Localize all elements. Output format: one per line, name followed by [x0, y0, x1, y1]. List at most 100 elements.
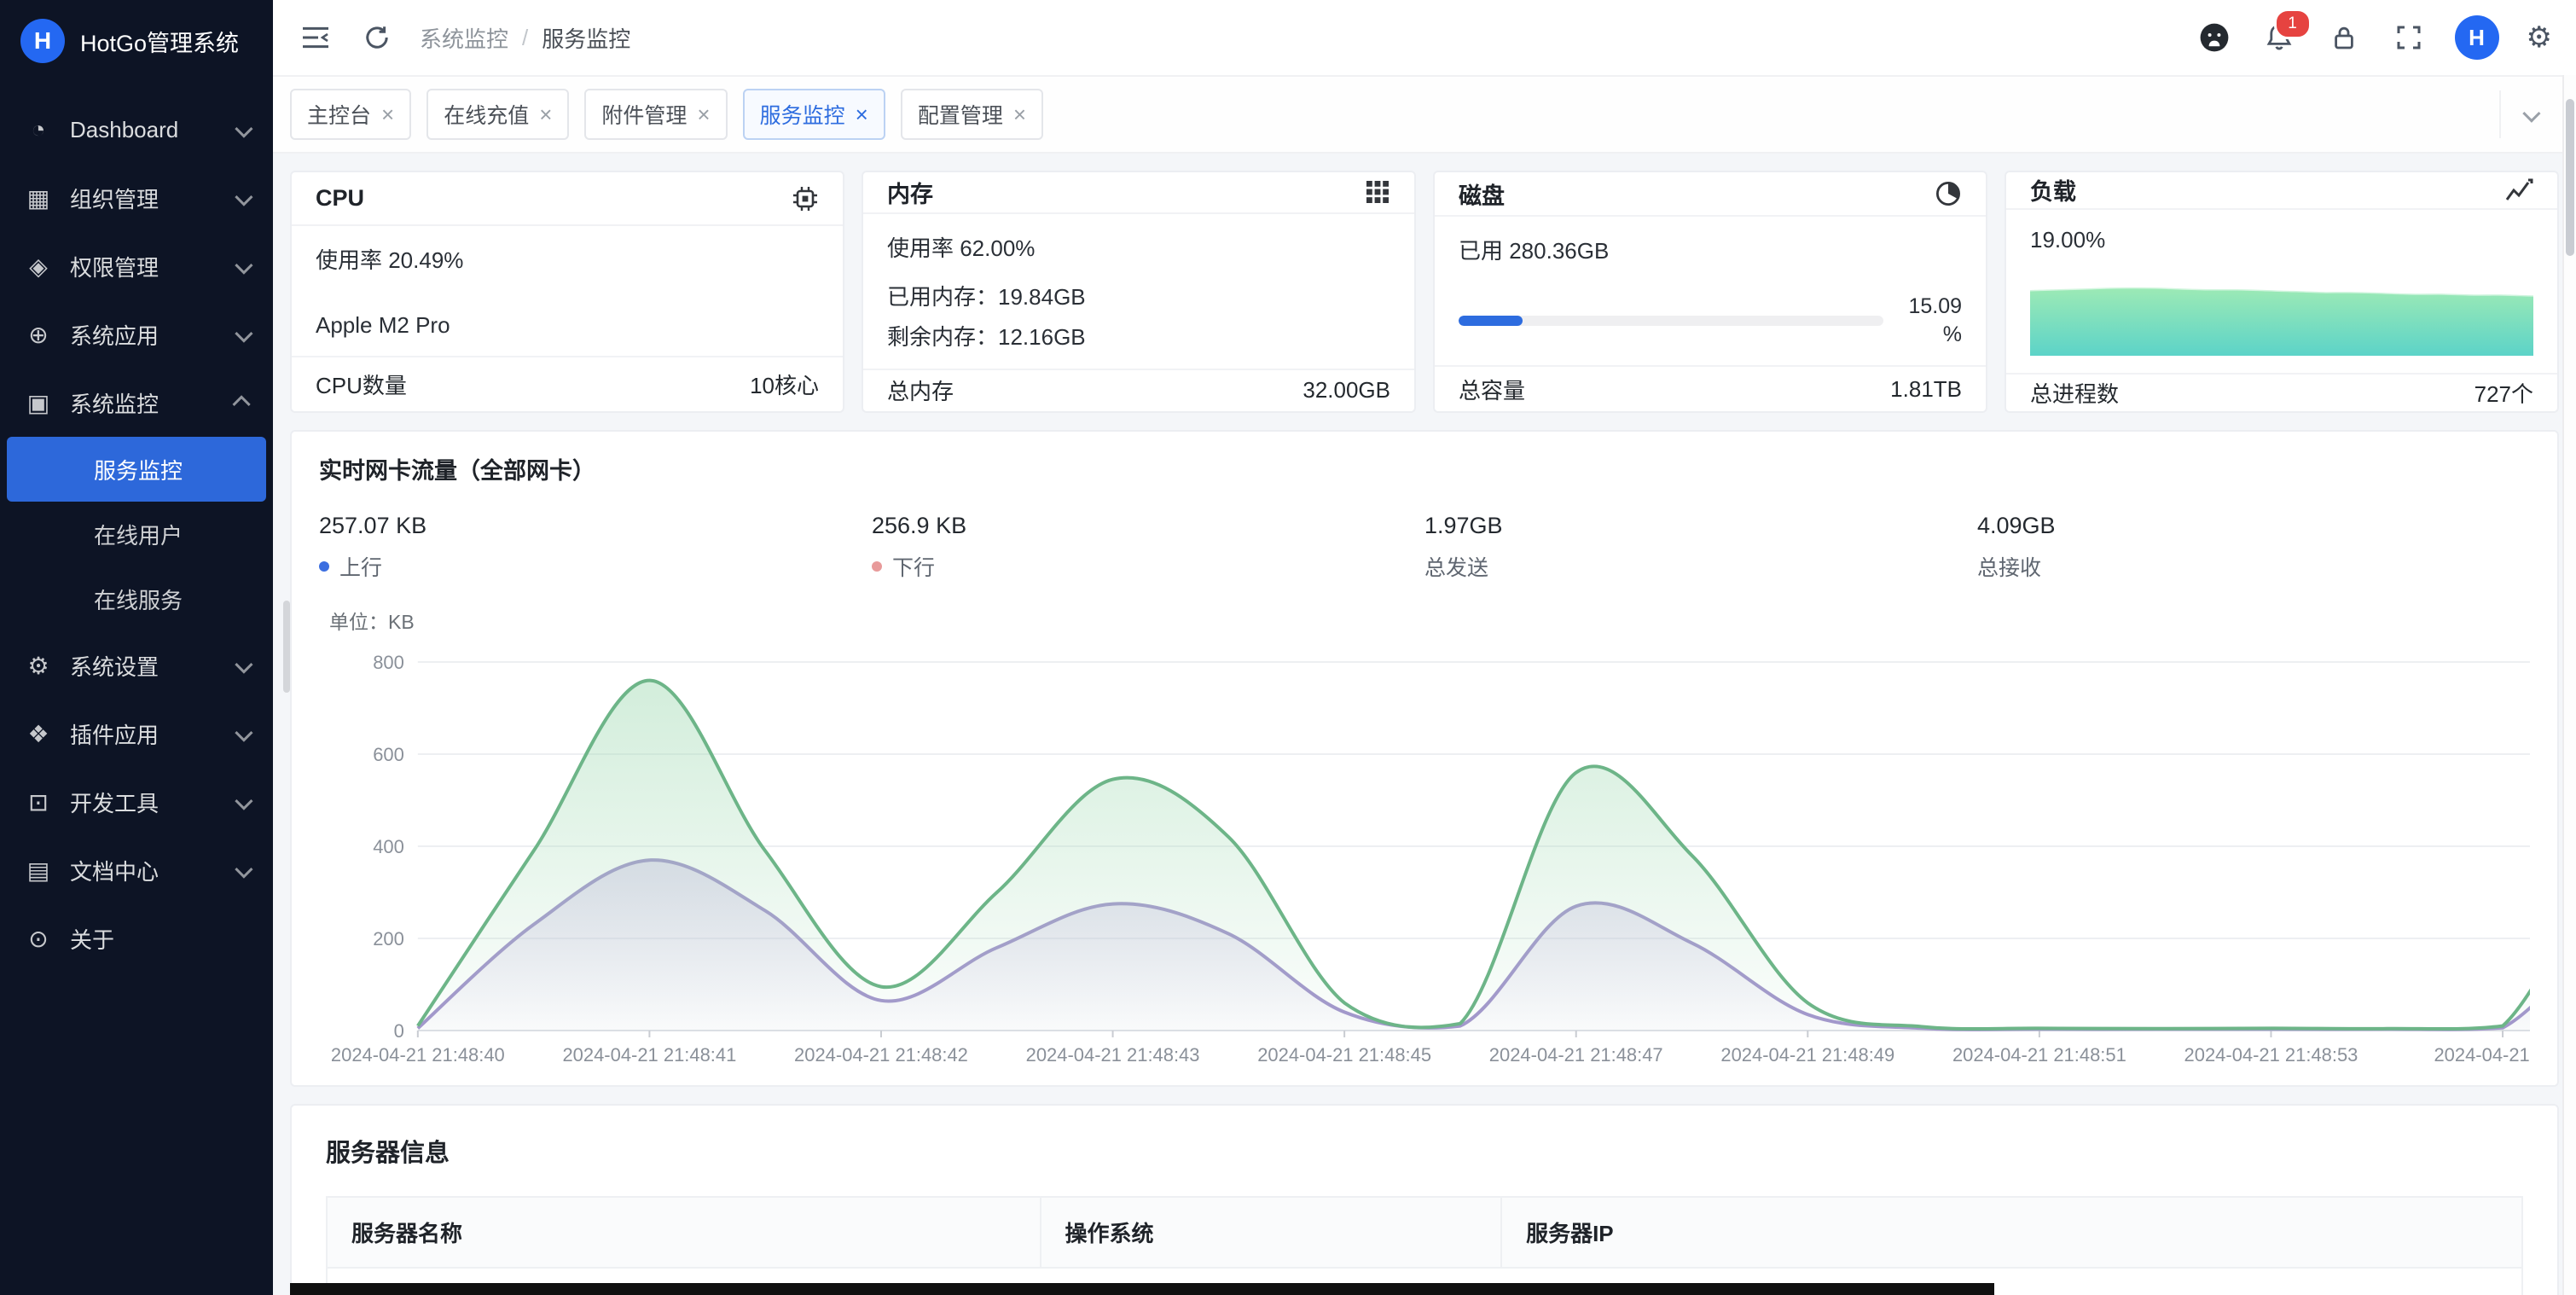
- cpu-model-text: Apple M2 Pro: [316, 312, 819, 339]
- sidebar-item-label: 开发工具: [70, 787, 219, 818]
- tab-config[interactable]: 配置管理 ×: [901, 89, 1043, 140]
- sidebar-subitem-label: 在线用户: [94, 519, 183, 550]
- gear-icon: ⚙: [24, 652, 53, 680]
- disk-progress-track: [1459, 316, 1883, 326]
- memory-card-title: 内存: [887, 176, 933, 209]
- sidebar-subitem-service-monitor[interactable]: 服务监控: [7, 437, 266, 502]
- close-icon[interactable]: ×: [697, 103, 710, 125]
- tab-console[interactable]: 主控台 ×: [290, 89, 411, 140]
- load-percent-text: 19.00%: [2030, 227, 2533, 253]
- chevron-down-icon: [235, 860, 252, 878]
- user-avatar[interactable]: H: [2455, 15, 2499, 60]
- settings-gear-icon[interactable]: ⚙: [2527, 23, 2552, 52]
- sidebar-item-label: 插件应用: [70, 718, 219, 750]
- app-title: HotGo管理系统: [80, 25, 239, 58]
- chevron-down-icon: [235, 723, 252, 741]
- svg-text:600: 600: [373, 744, 404, 765]
- memory-free-text: 剩余内存：12.16GB: [887, 320, 1390, 351]
- sidebar-item-dashboard[interactable]: ◔ Dashboard: [0, 96, 273, 164]
- sidebar-item-label: 文档中心: [70, 855, 219, 886]
- disk-progress: 15.09 %: [1459, 293, 1962, 348]
- tab-attachments[interactable]: 附件管理 ×: [584, 89, 727, 140]
- cpu-card-title: CPU: [316, 185, 364, 212]
- column-header-server-name: 服务器名称: [327, 1197, 1041, 1268]
- upstream-dot-icon: [319, 561, 329, 572]
- close-icon[interactable]: ×: [1013, 103, 1026, 125]
- svg-text:2024-04-21 21:4: 2024-04-21 21:4: [2434, 1044, 2530, 1066]
- notification-badge: 1: [2274, 9, 2312, 39]
- app-logo[interactable]: H HotGo管理系统: [0, 0, 273, 82]
- disk-card: 磁盘 已用 280.36GB 15.09: [1433, 171, 1987, 413]
- memory-grid-icon: [1365, 179, 1390, 205]
- disk-card-title: 磁盘: [1459, 177, 1505, 211]
- breadcrumb-current: 服务监控: [542, 22, 630, 54]
- traffic-stat-upstream: 257.07 KB 上行: [319, 513, 872, 582]
- tab-online-recharge[interactable]: 在线充值 ×: [426, 89, 569, 140]
- content-scrollbar-thumb[interactable]: [283, 601, 290, 693]
- lock-icon[interactable]: [2325, 19, 2363, 56]
- cpu-usage-text: 使用率 20.49%: [316, 243, 819, 275]
- network-traffic-card: 实时网卡流量（全部网卡） 257.07 KB 上行 256.9 KB 下行 1.…: [290, 430, 2559, 1087]
- org-grid-icon: ▦: [24, 184, 53, 212]
- collapse-sidebar-icon[interactable]: [297, 19, 334, 56]
- chevron-down-icon: [235, 655, 252, 673]
- sidebar-item-permission[interactable]: ◈ 权限管理: [0, 232, 273, 300]
- chevron-up-icon: [232, 395, 250, 413]
- sidebar-item-devtools[interactable]: ⊡ 开发工具: [0, 768, 273, 836]
- sidebar-item-label: 组织管理: [70, 183, 219, 214]
- svg-text:0: 0: [394, 1020, 404, 1042]
- plugin-icon: ❖: [24, 720, 53, 748]
- sidebar-item-label: 系统监控: [70, 387, 219, 419]
- server-info-title: 服务器信息: [326, 1133, 2523, 1169]
- page-scrollbar-track[interactable]: [2562, 75, 2576, 1295]
- traffic-area-chart: 02004006008002024-04-21 21:48:402024-04-…: [319, 638, 2530, 1071]
- tab-label: 配置管理: [918, 99, 1003, 130]
- chevron-down-icon: [2522, 104, 2540, 122]
- tab-service-monitor[interactable]: 服务监控 ×: [743, 89, 885, 140]
- sidebar-subitem-label: 服务监控: [94, 454, 183, 485]
- sidebar-menu: ◔ Dashboard ▦ 组织管理 ◈ 权限管理 ⊕ 系统应用 ▣ 系: [0, 82, 273, 1295]
- disk-progress-fill: [1459, 316, 1523, 326]
- about-icon: ⊙: [24, 925, 53, 953]
- svg-text:2024-04-21 21:48:41: 2024-04-21 21:48:41: [562, 1044, 736, 1066]
- sidebar-item-org[interactable]: ▦ 组织管理: [0, 164, 273, 232]
- breadcrumb-separator: /: [522, 25, 528, 51]
- sidebar-item-about[interactable]: ⊙ 关于: [0, 904, 273, 973]
- close-icon[interactable]: ×: [381, 103, 394, 125]
- chevron-down-icon: [235, 324, 252, 342]
- load-footer-value: 727个: [2474, 377, 2533, 409]
- load-footer-label: 总进程数: [2030, 377, 2119, 409]
- traffic-stat-total-received: 4.09GB 总接收: [1977, 513, 2530, 582]
- refresh-icon[interactable]: [358, 19, 396, 56]
- tab-bar: 主控台 × 在线充值 × 附件管理 × 服务监控 × 配置管理 ×: [273, 77, 2576, 154]
- sidebar-item-settings[interactable]: ⚙ 系统设置: [0, 631, 273, 700]
- github-icon[interactable]: [2196, 19, 2233, 56]
- disk-footer-label: 总容量: [1459, 374, 1525, 405]
- column-header-os: 操作系统: [1041, 1197, 1502, 1268]
- breadcrumb-parent[interactable]: 系统监控: [420, 22, 508, 54]
- traffic-stats-row: 257.07 KB 上行 256.9 KB 下行 1.97GB 总发送 4.09…: [319, 513, 2530, 582]
- fullscreen-icon[interactable]: [2390, 19, 2428, 56]
- stat-cards-row: CPU 使用率 20.49% Apple M2 Pro CPU数量 10核心: [290, 171, 2559, 413]
- chevron-down-icon: [235, 256, 252, 274]
- chevron-down-icon: [235, 119, 252, 137]
- page-scrollbar-thumb[interactable]: [2566, 99, 2574, 256]
- notification-bell-icon[interactable]: 1: [2260, 19, 2298, 56]
- sidebar-subitem-online-users[interactable]: 在线用户: [7, 502, 266, 566]
- sidebar-item-docs[interactable]: ▤ 文档中心: [0, 836, 273, 904]
- sidebar-item-label: 权限管理: [70, 251, 219, 282]
- sidebar-item-monitor[interactable]: ▣ 系统监控: [0, 369, 273, 437]
- sidebar-item-plugins[interactable]: ❖ 插件应用: [0, 700, 273, 768]
- sidebar-item-system-app[interactable]: ⊕ 系统应用: [0, 300, 273, 369]
- monitor-icon: ▣: [24, 389, 53, 417]
- close-icon[interactable]: ×: [539, 103, 552, 125]
- page-content: CPU 使用率 20.49% Apple M2 Pro CPU数量 10核心: [273, 154, 2576, 1295]
- close-icon[interactable]: ×: [856, 103, 868, 125]
- cpu-footer-value: 10核心: [750, 369, 819, 400]
- tab-list-dropdown[interactable]: [2499, 90, 2559, 138]
- disk-percent-text: 15.09 %: [1900, 293, 1962, 348]
- svg-text:2024-04-21 21:48:47: 2024-04-21 21:48:47: [1489, 1044, 1663, 1066]
- cpu-footer-label: CPU数量: [316, 369, 407, 400]
- sidebar-subitem-online-services[interactable]: 在线服务: [7, 566, 266, 631]
- top-header: 系统监控 / 服务监控 1 H ⚙: [273, 0, 2576, 77]
